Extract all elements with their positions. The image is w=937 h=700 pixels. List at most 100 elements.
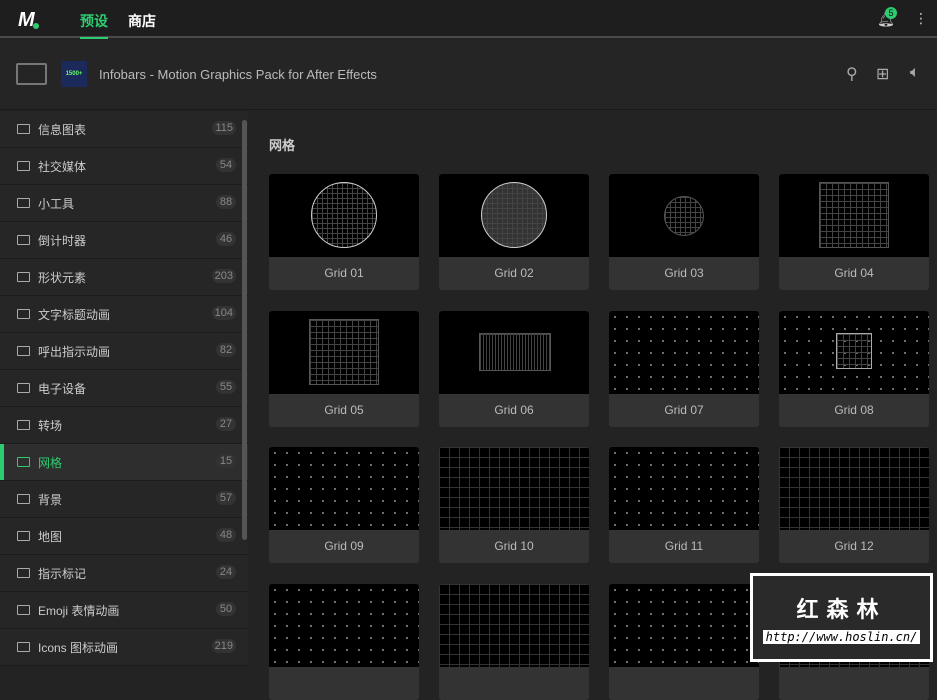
- sidebar-item-label: Emoji 表情动画: [38, 603, 120, 618]
- folder-icon[interactable]: [16, 63, 47, 85]
- more-menu-icon[interactable]: ⋮: [914, 10, 928, 27]
- item-count: 27: [216, 417, 236, 431]
- folder-icon: [17, 568, 30, 578]
- sidebar-item[interactable]: 指示标记 24: [0, 555, 248, 592]
- preset-card[interactable]: Grid 03: [609, 174, 759, 290]
- preset-card[interactable]: Grid 05: [269, 310, 419, 427]
- preset-card[interactable]: Grid 04: [779, 174, 929, 290]
- speaker-icon[interactable]: 🔈︎: [910, 64, 920, 82]
- sidebar-item[interactable]: 背景 57: [0, 481, 248, 518]
- sidebar-item-label: 信息图表: [38, 122, 87, 137]
- sidebar-item-label: 网格: [38, 455, 63, 470]
- item-count: 15: [216, 454, 236, 468]
- preset-card[interactable]: Grid 11: [609, 447, 759, 563]
- category-sidebar: 信息图表 115 社交媒体 54 小工具 88 倒计时器 46 形状元素 203 文字标题动画 104…: [0, 111, 248, 666]
- preset-card[interactable]: Grid 12: [779, 447, 929, 563]
- preset-thumbnail: [269, 583, 419, 667]
- preset-card[interactable]: Grid 06: [439, 310, 589, 427]
- sidebar-item[interactable]: 文字标题动画 104: [0, 296, 248, 333]
- preset-thumbnail: [439, 447, 589, 530]
- section-title: 网格: [269, 138, 296, 153]
- sidebar-item[interactable]: 呼出指示动画 82: [0, 333, 248, 370]
- tab-store[interactable]: 商店: [128, 11, 156, 31]
- folder-icon: [17, 420, 30, 430]
- preset-label: [439, 667, 589, 700]
- preset-label: Grid 11: [664, 539, 704, 553]
- preset-thumbnail: [779, 310, 929, 394]
- sidebar-item-label: 背景: [38, 492, 63, 507]
- sidebar-item-label: 形状元素: [38, 270, 87, 285]
- app-logo: M: [18, 9, 39, 32]
- preset-card[interactable]: Grid 01: [269, 174, 419, 290]
- sidebar-item-label: 文字标题动画: [38, 307, 111, 322]
- preset-thumbnail: [269, 174, 419, 257]
- preset-card[interactable]: Grid 07: [609, 310, 759, 427]
- folder-icon: [17, 642, 30, 652]
- watermark: 红森林 http://www.hoslin.cn/: [750, 573, 933, 662]
- item-count: 50: [216, 602, 236, 616]
- folder-icon: [17, 383, 30, 393]
- pack-title: Infobars - Motion Graphics Pack for Afte…: [99, 67, 377, 82]
- item-count: 219: [211, 639, 236, 653]
- sidebar-item-label: 地图: [38, 529, 63, 544]
- preset-label: Grid 03: [664, 266, 704, 280]
- folder-icon: [17, 124, 30, 134]
- item-count: 115: [212, 121, 236, 135]
- sidebar-item-label: 电子设备: [38, 381, 87, 396]
- item-count: 24: [216, 565, 236, 579]
- search-icon[interactable]: ⚲: [846, 64, 858, 84]
- preset-card[interactable]: [439, 583, 589, 700]
- folder-icon: [17, 494, 30, 504]
- preset-thumbnail: [609, 174, 759, 257]
- item-count: 203: [211, 269, 236, 283]
- watermark-name: 红森林: [796, 597, 887, 622]
- sidebar-item-label: 转场: [38, 418, 63, 433]
- folder-icon: [17, 198, 30, 208]
- pack-header: 1500+ Infobars - Motion Graphics Pack fo…: [0, 40, 937, 110]
- sidebar-item-label: 倒计时器: [38, 233, 87, 248]
- preset-thumbnail: [609, 447, 759, 530]
- sidebar-item-label: 指示标记: [38, 566, 87, 581]
- preset-thumbnail: [609, 583, 759, 667]
- sidebar-item[interactable]: 转场 27: [0, 407, 248, 444]
- preset-label: Grid 05: [324, 402, 364, 417]
- sidebar-item[interactable]: 社交媒体 54: [0, 148, 248, 185]
- preset-thumbnail: [269, 310, 419, 394]
- sidebar-item[interactable]: Emoji 表情动画 50: [0, 592, 248, 629]
- sidebar-item-label: 小工具: [38, 196, 75, 211]
- sidebar-scrollbar[interactable]: [242, 120, 247, 540]
- tab-presets[interactable]: 预设: [80, 11, 108, 39]
- sidebar-item[interactable]: 网格 15: [0, 444, 248, 481]
- preset-thumbnail: [439, 583, 589, 667]
- preset-label: Grid 07: [664, 402, 704, 417]
- pack-thumbnail: 1500+: [61, 61, 87, 87]
- preset-card[interactable]: [269, 583, 419, 700]
- preset-label: Grid 01: [324, 266, 364, 280]
- sidebar-item[interactable]: 小工具 88: [0, 185, 248, 222]
- preset-thumbnail: [609, 310, 759, 394]
- preset-thumbnail: [269, 447, 419, 530]
- preset-label: Grid 02: [494, 266, 534, 280]
- grid-view-icon[interactable]: ⊞: [876, 64, 889, 84]
- item-count: 82: [216, 343, 236, 357]
- preset-label: Grid 08: [834, 402, 874, 417]
- item-count: 88: [216, 195, 236, 209]
- preset-card[interactable]: Grid 02: [439, 174, 589, 290]
- preset-label: [269, 667, 419, 700]
- preset-label: Grid 06: [494, 402, 534, 417]
- preset-label: [779, 667, 929, 700]
- sidebar-item[interactable]: 形状元素 203: [0, 259, 248, 296]
- sidebar-item[interactable]: 倒计时器 46: [0, 222, 248, 259]
- sidebar-item[interactable]: 电子设备 55: [0, 370, 248, 407]
- preset-card[interactable]: [609, 583, 759, 700]
- folder-icon: [17, 309, 30, 319]
- preset-card[interactable]: Grid 09: [269, 447, 419, 563]
- preset-card[interactable]: Grid 08: [779, 310, 929, 427]
- folder-icon: [17, 531, 30, 541]
- sidebar-item[interactable]: Icons 图标动画 219: [0, 629, 248, 666]
- sidebar-item-label: 呼出指示动画: [38, 344, 111, 359]
- item-count: 57: [216, 491, 236, 505]
- sidebar-item[interactable]: 信息图表 115: [0, 111, 248, 148]
- preset-card[interactable]: Grid 10: [439, 447, 589, 563]
- sidebar-item[interactable]: 地图 48: [0, 518, 248, 555]
